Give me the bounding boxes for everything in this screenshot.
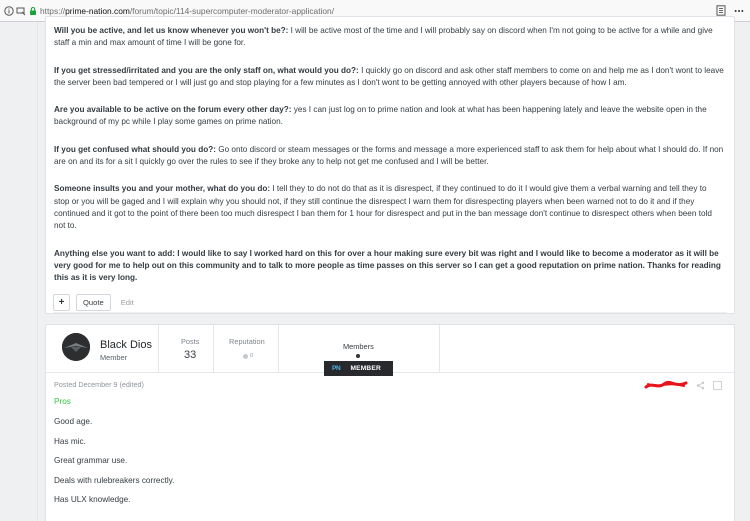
divider	[213, 325, 214, 373]
url-path: /forum/topic/114-supercomputer-moderator…	[129, 5, 335, 16]
divider	[439, 325, 440, 373]
reputation-indicator: 0	[243, 353, 253, 359]
pros-item: Good age.	[54, 417, 93, 426]
edit-link[interactable]: Edit	[121, 298, 134, 307]
checkbox-icon[interactable]	[713, 380, 722, 390]
pros-heading: Pros	[54, 397, 71, 406]
divider	[158, 325, 159, 373]
qa-forum-activity: Are you available to be active on the fo…	[54, 104, 724, 129]
reader-view-icon[interactable]	[716, 5, 726, 16]
pros-item: Deals with rulebreakers correctly.	[54, 475, 175, 485]
post-actions: + Quote Edit	[53, 293, 134, 311]
pros-item: Has mic.	[54, 436, 86, 446]
reputation-value: 0	[250, 353, 254, 359]
qa-stressed: If you get stressed/irritated and you ar…	[54, 65, 724, 90]
posts-count: 33	[184, 349, 197, 361]
post-content: Will you be active, and let us know when…	[54, 25, 724, 299]
quote-button[interactable]: Quote	[76, 293, 111, 311]
qa-confused: If you get confused what should you do?:…	[54, 144, 724, 169]
question-label: Will you be active, and let us know when…	[54, 26, 289, 35]
info-icon[interactable]	[4, 5, 14, 16]
author-header: Black Dios Member Posts 33 Reputation 0 …	[46, 325, 734, 376]
badge-logo: PN	[332, 365, 341, 372]
avatar[interactable]	[62, 333, 90, 361]
post-divider	[53, 312, 727, 313]
author-group: Member	[100, 353, 128, 362]
reply-post: Black Dios Member Posts 33 Reputation 0 …	[45, 324, 735, 521]
qa-insults: Someone insults you and your mother, wha…	[54, 183, 724, 232]
badge-text: MEMBER	[350, 365, 381, 372]
question-label: Are you available to be active on the fo…	[54, 105, 292, 115]
lock-icon	[28, 6, 38, 16]
post-tools	[644, 380, 722, 390]
share-icon[interactable]	[696, 381, 705, 390]
question-label: Someone insults you and your mother, wha…	[54, 184, 271, 194]
divider	[278, 325, 279, 373]
tracking-protection-icon[interactable]	[16, 6, 26, 16]
member-rank-badge: PN MEMBER	[324, 361, 393, 376]
members-indicator	[356, 354, 360, 358]
question-label: If you get stressed/irritated and you ar…	[54, 65, 359, 75]
pros-item: Great grammar use.	[54, 456, 128, 466]
reply-content: Pros Good age. Has mic. Great grammar us…	[54, 397, 174, 515]
members-label: Members	[343, 342, 374, 351]
reputation-dot	[243, 353, 248, 359]
address-bar[interactable]: https://prime-nation.com/forum/topic/114…	[40, 6, 716, 16]
url-host: prime-nation.com	[65, 5, 130, 16]
posts-label: Posts	[181, 337, 200, 346]
multiquote-button[interactable]: +	[53, 293, 70, 311]
reputation-label: Reputation	[229, 337, 265, 346]
menu-dots-icon[interactable]	[734, 6, 744, 16]
qa-anything-else: Anything else you want to add: I would l…	[54, 248, 724, 285]
question-label: If you get confused what should you do?:	[54, 144, 216, 154]
redaction-scribble	[644, 380, 688, 389]
author-name[interactable]: Black Dios	[100, 339, 152, 351]
question-label: Anything else you want to add:	[54, 248, 175, 258]
site-identity[interactable]	[0, 5, 38, 16]
post-date[interactable]: Posted December 9 (edited)	[54, 380, 144, 389]
qa-active: Will you be active, and let us know when…	[54, 25, 724, 50]
url-scheme: https://	[40, 5, 66, 16]
pros-item: Has ULX knowledge.	[54, 495, 131, 505]
left-gutter	[37, 22, 38, 521]
forum-page: Will you be active, and let us know when…	[0, 16, 750, 521]
application-post: Will you be active, and let us know when…	[45, 16, 735, 314]
